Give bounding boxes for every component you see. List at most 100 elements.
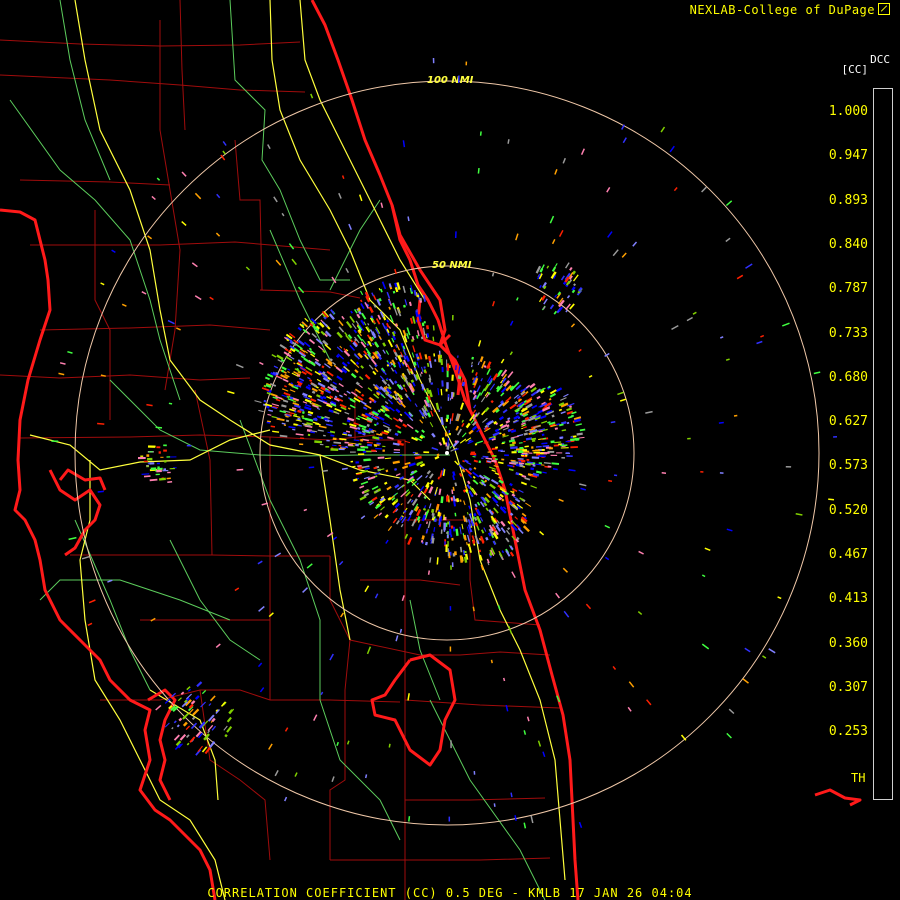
echo-gate — [523, 423, 527, 426]
echo-gate — [478, 537, 482, 541]
echo-gate — [335, 354, 340, 359]
echo-gate — [425, 325, 430, 330]
echo-gate — [490, 659, 493, 664]
echo-gate — [385, 469, 389, 473]
echo-gate — [307, 384, 311, 388]
echo-gate — [361, 393, 365, 397]
echo-gate — [452, 486, 455, 492]
echo-gate — [308, 347, 312, 351]
echo-gate — [535, 470, 542, 474]
echo-gate — [402, 384, 406, 388]
echo-gate — [374, 363, 378, 368]
echo-gate — [463, 556, 468, 563]
echo-gate — [392, 442, 400, 446]
echo-gate — [392, 290, 396, 294]
echo-gate — [394, 286, 399, 293]
echo-gate — [524, 416, 530, 421]
echo-gate — [458, 376, 462, 380]
echo-gate — [489, 552, 493, 557]
echo-gate — [399, 394, 403, 398]
echo-gate — [471, 356, 475, 360]
echo-gate — [543, 285, 547, 290]
echo-gate — [509, 482, 513, 487]
echo-gate — [501, 441, 506, 444]
echo-gate — [285, 419, 290, 423]
echo-gate — [523, 432, 528, 436]
echo-gate — [526, 461, 533, 464]
echo-gate — [363, 458, 371, 462]
echo-gate — [410, 379, 415, 384]
echo-gate — [510, 446, 518, 450]
echo-gate — [370, 430, 375, 434]
product-title: CORRELATION COEFFICIENT (CC) 0.5 DEG - K… — [207, 886, 693, 900]
echo-gate — [510, 792, 513, 798]
echo-gate — [511, 493, 516, 498]
echo-gate — [423, 495, 426, 499]
echo-gate — [530, 467, 535, 471]
echo-gate — [286, 338, 290, 342]
echo-gate — [369, 356, 373, 360]
echo-gate — [466, 541, 468, 546]
echo-gate — [509, 512, 514, 517]
echo-gate — [440, 496, 444, 504]
echo-gate — [307, 410, 314, 415]
echo-gate — [360, 445, 369, 449]
echo-gate — [301, 415, 305, 418]
echo-gate — [414, 455, 422, 460]
echo-gate — [455, 528, 459, 536]
echo-gate — [433, 527, 436, 532]
echo-gate — [141, 473, 150, 475]
echo-gate — [403, 509, 407, 514]
echo-gate — [718, 421, 724, 424]
echo-gate — [394, 396, 399, 401]
echo-gate — [432, 336, 435, 341]
echo-gate — [285, 415, 289, 418]
echo-gate — [457, 375, 460, 379]
echo-gate — [501, 498, 505, 502]
echo-gate — [520, 389, 524, 393]
echo-gate — [386, 377, 389, 381]
echo-gate — [548, 398, 552, 401]
echo-gate — [420, 383, 425, 390]
echo-gate — [377, 456, 385, 459]
echo-gate — [461, 381, 466, 387]
echo-gate — [454, 482, 458, 487]
echo-gate — [364, 467, 370, 470]
echo-gate — [532, 472, 540, 477]
scale-tick-label: 0.893 — [828, 192, 868, 208]
product-code: DCC — [870, 53, 890, 66]
echo-gate — [463, 534, 467, 541]
echo-gate — [149, 478, 158, 482]
echo-gate — [420, 539, 424, 543]
echo-gate — [483, 365, 487, 368]
echo-gate — [474, 522, 479, 527]
echo-gate — [531, 439, 536, 442]
echo-gate — [368, 427, 374, 432]
echo-gate — [392, 460, 400, 465]
echo-gate — [293, 413, 298, 417]
echo-gate — [377, 409, 382, 413]
echo-gate — [566, 421, 570, 425]
echo-gate — [408, 816, 411, 822]
echo-gate — [454, 512, 457, 517]
echo-gate — [329, 358, 333, 362]
echo-gate — [281, 404, 287, 408]
echo-gate — [479, 131, 482, 136]
echo-gate — [491, 272, 495, 277]
echo-gate — [387, 385, 392, 390]
echo-gate — [471, 369, 474, 373]
echo-gate — [330, 434, 335, 437]
echo-gate — [413, 367, 417, 371]
echo-gate — [470, 364, 473, 368]
credit-text: NEXLAB-College of DuPage — [689, 3, 875, 17]
echo-gate — [321, 365, 325, 369]
echo-gate — [417, 294, 420, 298]
echo-gate — [399, 354, 403, 358]
echo-gate — [410, 338, 414, 343]
echo-gate — [485, 536, 489, 541]
echo-gate — [178, 717, 183, 722]
echo-gate — [416, 516, 421, 521]
echo-gate — [286, 414, 291, 417]
echo-gate — [316, 415, 322, 419]
echo-gate — [733, 414, 738, 417]
